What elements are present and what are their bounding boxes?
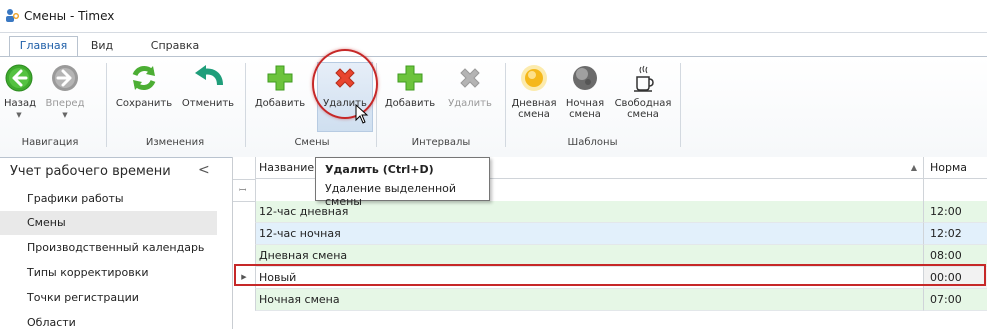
group-label-templates: Шаблоны xyxy=(567,137,618,148)
title-bar: Смены - Timex xyxy=(0,0,987,33)
sidebar-header: Учет рабочего времени < xyxy=(0,157,232,185)
app-icon xyxy=(6,9,19,22)
night-shift-button[interactable]: Ночная смена xyxy=(563,63,607,120)
table-row[interactable]: Ночная смена 07:00 xyxy=(233,289,987,311)
free-shift-label-1: Свободная xyxy=(614,98,672,109)
back-label: Назад xyxy=(4,98,37,109)
undo-button[interactable]: Отменить xyxy=(181,63,235,109)
cell-norm[interactable]: 12:02 xyxy=(923,223,987,245)
arrow-left-icon xyxy=(5,64,33,92)
group-separator xyxy=(680,63,681,147)
cell-name[interactable]: Новый xyxy=(255,267,923,289)
row-indicator xyxy=(233,223,255,245)
cell-norm[interactable]: 00:00 xyxy=(923,267,987,289)
plus-icon xyxy=(397,65,423,91)
column-header-name-label: Название xyxy=(259,161,315,174)
row-indicator xyxy=(233,289,255,311)
back-button[interactable]: Назад ▼ xyxy=(4,63,37,119)
day-shift-label-1: Дневная xyxy=(511,98,557,109)
shift-add-button[interactable]: Добавить xyxy=(253,63,307,109)
tab-view[interactable]: Вид xyxy=(82,37,122,56)
group-separator xyxy=(376,63,377,147)
row-indicator-header xyxy=(233,157,255,180)
group-separator xyxy=(106,63,107,147)
day-shift-button[interactable]: Дневная смена xyxy=(510,63,558,120)
night-shift-label-1: Ночная xyxy=(565,98,605,109)
sidebar-item-correction-types[interactable]: Типы корректировки xyxy=(0,261,217,285)
interval-add-label: Добавить xyxy=(384,98,436,109)
undo-label: Отменить xyxy=(181,98,235,109)
night-shift-label-2: смена xyxy=(569,109,601,120)
interval-delete-label: Удалить xyxy=(448,98,492,109)
column-header-norm[interactable]: Норма xyxy=(923,157,987,179)
tooltip-description: Удаление выделенной смены xyxy=(325,182,457,208)
cell-norm[interactable]: 12:00 xyxy=(923,201,987,223)
filter-icon: ꟷ xyxy=(239,186,247,196)
sun-icon xyxy=(521,65,547,91)
group-label-shifts: Смены xyxy=(294,137,330,148)
sort-ascending-icon: ▲ xyxy=(910,163,917,172)
save-label: Сохранить xyxy=(115,98,173,109)
sidebar-item-shifts[interactable]: Смены xyxy=(0,211,217,235)
cell-name[interactable]: Ночная смена xyxy=(255,289,923,311)
collapse-chevron-icon[interactable]: < xyxy=(198,162,210,178)
delete-icon xyxy=(460,68,480,88)
undo-icon xyxy=(195,65,223,86)
sidebar-title: Учет рабочего времени xyxy=(10,164,171,179)
group-label-intervals: Интервалы xyxy=(411,137,471,148)
mouse-cursor-icon xyxy=(355,104,369,124)
current-row-arrow-icon: ▶ xyxy=(241,273,247,281)
plus-icon xyxy=(267,65,293,91)
table-row-current[interactable]: ▶ Новый 00:00 xyxy=(233,267,987,289)
tab-help[interactable]: Справка xyxy=(140,37,210,56)
cell-name[interactable]: 12-час ночная xyxy=(255,223,923,245)
save-button[interactable]: Сохранить xyxy=(113,63,175,109)
group-separator xyxy=(245,63,246,147)
moon-icon xyxy=(573,66,597,90)
group-label-changes: Изменения xyxy=(145,137,205,148)
coffee-cup-icon xyxy=(634,65,654,92)
interval-add-button[interactable]: Добавить xyxy=(383,63,437,109)
table-row[interactable]: 12-час ночная 12:02 xyxy=(233,223,987,245)
ribbon-tabs: Главная Вид Справка xyxy=(0,33,987,57)
group-separator xyxy=(505,63,506,147)
delete-tooltip: Удалить (Ctrl+D) Удаление выделенной сме… xyxy=(315,157,490,208)
sidebar-item-production-calendar[interactable]: Производственный календарь xyxy=(0,236,217,260)
forward-button[interactable]: Вперед ▼ xyxy=(43,63,87,119)
free-shift-label-2: смена xyxy=(627,109,659,120)
cell-norm[interactable]: 08:00 xyxy=(923,245,987,267)
filter-cell-divider xyxy=(923,179,924,201)
free-shift-button[interactable]: Свободная смена xyxy=(613,63,673,120)
ribbon: Назад ▼ Вперед ▼ Навигация Сохранить Отм… xyxy=(0,56,987,158)
row-indicator xyxy=(233,245,255,267)
chevron-down-icon: ▼ xyxy=(16,111,22,119)
delete-icon xyxy=(335,68,355,88)
sidebar-item-registration-points[interactable]: Точки регистрации xyxy=(0,286,217,310)
cell-norm[interactable]: 07:00 xyxy=(923,289,987,311)
sidebar-item-areas[interactable]: Области xyxy=(0,311,217,335)
cell-name[interactable]: Дневная смена xyxy=(255,245,923,267)
refresh-icon xyxy=(132,66,156,90)
table-row[interactable]: Дневная смена 08:00 xyxy=(233,245,987,267)
interval-delete-button[interactable]: Удалить xyxy=(443,63,497,109)
group-label-navigation: Навигация xyxy=(21,137,79,148)
tooltip-title: Удалить (Ctrl+D) xyxy=(325,163,434,176)
shift-add-label: Добавить xyxy=(254,98,306,109)
chevron-down-icon: ▼ xyxy=(62,111,68,119)
window-title: Смены - Timex xyxy=(24,9,115,23)
sidebar-item-work-schedules[interactable]: Графики работы xyxy=(0,187,217,211)
row-indicator xyxy=(233,201,255,223)
day-shift-label-2: смена xyxy=(518,109,550,120)
forward-label: Вперед xyxy=(45,98,85,109)
tab-home[interactable]: Главная xyxy=(9,36,78,57)
arrow-right-icon xyxy=(52,65,78,91)
